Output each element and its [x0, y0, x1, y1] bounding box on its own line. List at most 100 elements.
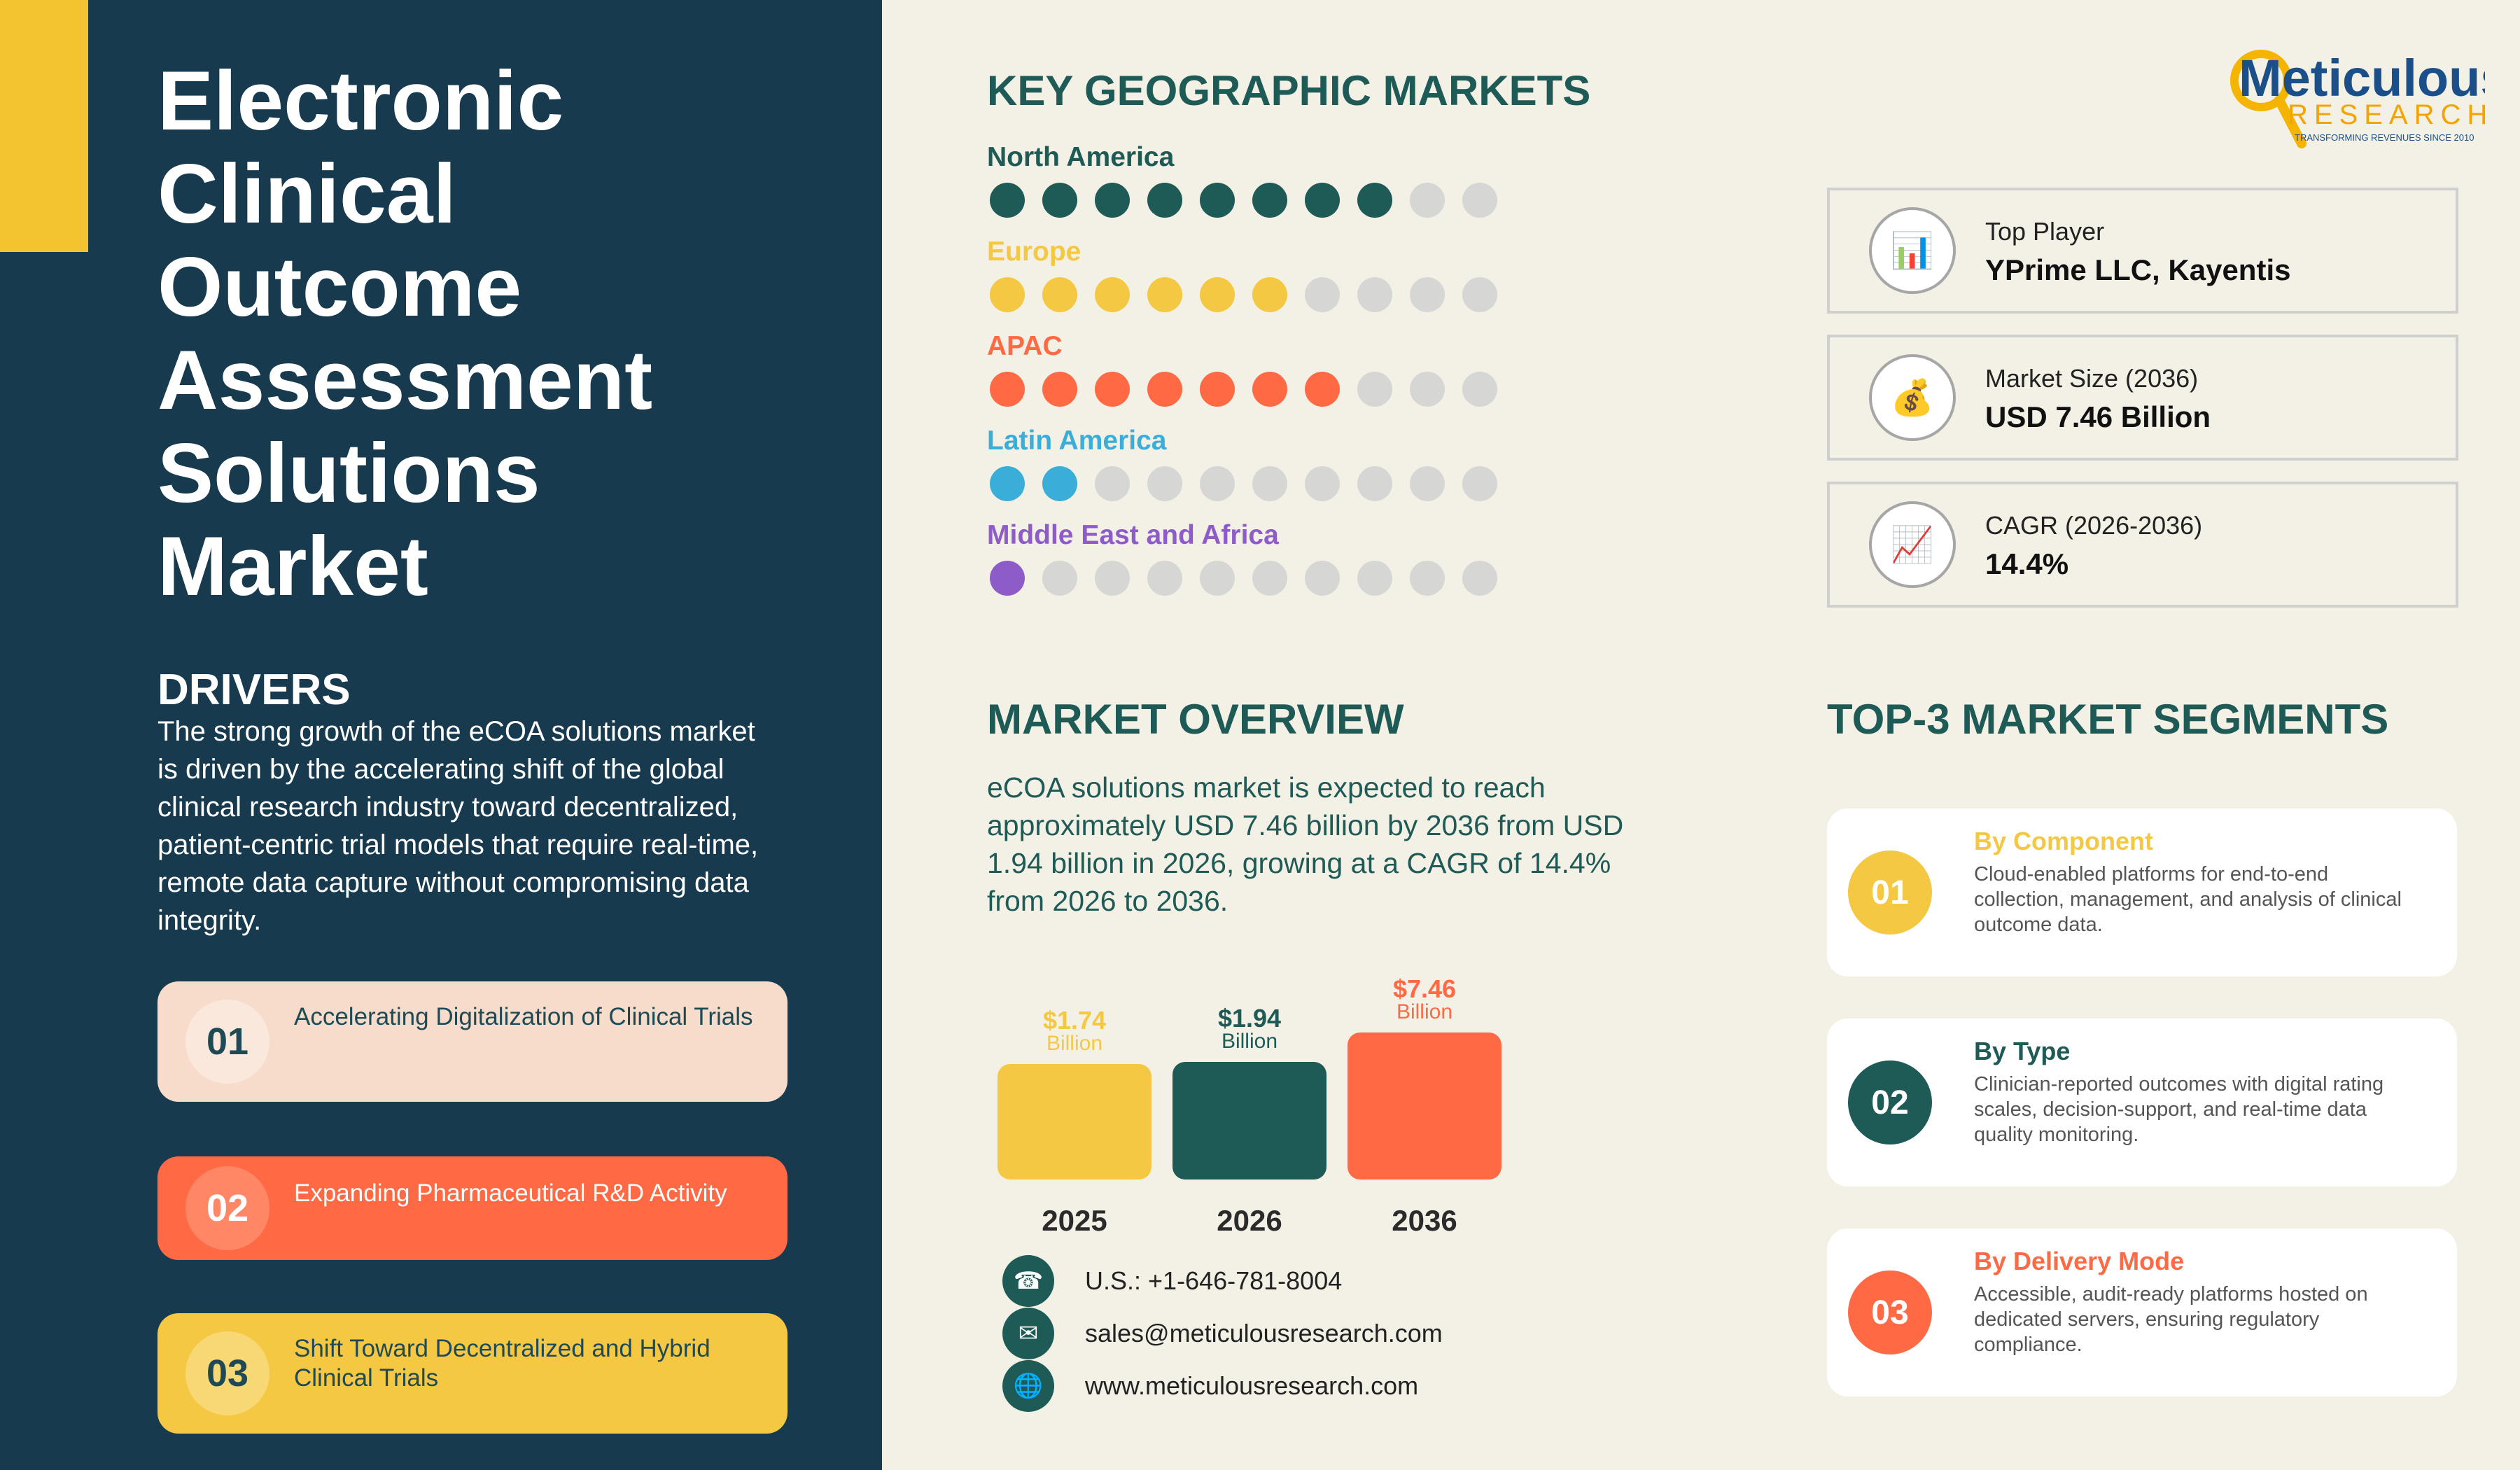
- rating-dot-empty: [1410, 466, 1445, 501]
- rating-dot-filled: [1252, 183, 1287, 218]
- title-line: Outcome: [158, 240, 522, 334]
- rating-dot-filled: [990, 183, 1025, 218]
- email-icon: ✉: [1002, 1308, 1054, 1359]
- rating-dot-empty: [1357, 561, 1392, 596]
- segment-title: By Component: [1974, 827, 2153, 855]
- region-dot-rating: [990, 277, 1497, 312]
- rating-dot-empty: [1147, 561, 1182, 596]
- segment-card-2: 02 By Type Clinician-reported outcomes w…: [1827, 1018, 2457, 1186]
- segment-card-3: 03 By Delivery Mode Accessible, audit-re…: [1827, 1228, 2457, 1396]
- rating-dot-filled: [990, 277, 1025, 312]
- driver-item-1: 01 Accelerating Digitalization of Clinic…: [158, 981, 788, 1102]
- rating-dot-empty: [1252, 561, 1287, 596]
- segment-desc: Accessible, audit-ready platforms hosted…: [1974, 1283, 2368, 1356]
- contact-text[interactable]: www.meticulousresearch.com: [1085, 1371, 1418, 1401]
- region-label: Middle East and Africa: [987, 520, 1279, 550]
- rating-dot-filled: [990, 466, 1025, 501]
- rating-dot-empty: [1147, 466, 1182, 501]
- segment-title: By Type: [1974, 1037, 2071, 1065]
- rating-dot-filled: [990, 561, 1025, 596]
- rating-dot-empty: [1200, 561, 1235, 596]
- rating-dot-filled: [1305, 372, 1340, 407]
- drivers-heading: DRIVERS: [158, 666, 351, 714]
- driver-label: Shift Toward Decentralized and Hybrid Cl…: [294, 1335, 710, 1392]
- region-label: Latin America: [987, 426, 1167, 456]
- left-panel: Electronic Clinical Outcome Assessment S…: [0, 0, 882, 1470]
- driver-label: Expanding Pharmaceutical R&D Activity: [294, 1180, 727, 1207]
- segment-card-1: 01 By Component Cloud-enabled platforms …: [1827, 808, 2457, 976]
- region-dot-rating: [990, 561, 1497, 596]
- driver-number: 02: [186, 1166, 270, 1250]
- overview-text: eCOA solutions market is expected to rea…: [987, 771, 1624, 917]
- rating-dot-empty: [1305, 561, 1340, 596]
- segments-heading: TOP-3 MARKET SEGMENTS: [1827, 696, 2389, 743]
- segment-number: 01: [1848, 850, 1932, 934]
- segment-number: 02: [1848, 1060, 1932, 1144]
- rating-dot-empty: [1410, 561, 1445, 596]
- chart-bar: [997, 1064, 1152, 1180]
- geo-heading: KEY GEOGRAPHIC MARKETS: [987, 67, 1591, 114]
- rating-dot-filled: [1042, 183, 1077, 218]
- title-line: Assessment: [158, 333, 653, 427]
- logo-name: Meticulous: [2239, 49, 2485, 107]
- rating-dot-filled: [1147, 183, 1182, 218]
- title-line: Clinical: [158, 147, 456, 241]
- rating-dot-filled: [1357, 183, 1392, 218]
- region-dot-rating: [990, 372, 1497, 407]
- logo-tagline: TRANSFORMING REVENUES SINCE 2010: [2295, 132, 2474, 143]
- title-line: Electronic: [158, 54, 564, 148]
- stat-cagr: 📈 CAGR (2026-2036) 14.4%: [1827, 482, 2458, 608]
- money-bag-icon: 💰: [1869, 354, 1956, 441]
- region-dot-rating: [990, 183, 1497, 218]
- rating-dot-empty: [1042, 561, 1077, 596]
- rating-dot-empty: [1200, 466, 1235, 501]
- accent-block: [0, 0, 88, 252]
- title-line: Solutions: [158, 426, 540, 520]
- driver-label: Accelerating Digitalization of Clinical …: [294, 1003, 753, 1030]
- rating-dot-empty: [1095, 561, 1130, 596]
- rating-dot-filled: [1095, 372, 1130, 407]
- rating-dot-empty: [1252, 466, 1287, 501]
- bar-category-label: 2025: [1042, 1204, 1107, 1237]
- stat-market-size: 💰 Market Size (2036) USD 7.46 Billion: [1827, 335, 2458, 461]
- stat-top-player: 📊 Top Player YPrime LLC, Kayentis: [1827, 188, 2458, 314]
- bar-category-label: 2026: [1217, 1204, 1282, 1237]
- contact-item: ✉ sales@meticulousresearch.com: [1002, 1308, 1443, 1359]
- title-line: Market: [158, 519, 428, 613]
- chart-bar: [1348, 1032, 1502, 1180]
- rating-dot-filled: [1095, 183, 1130, 218]
- rating-dot-empty: [1410, 183, 1445, 218]
- meticulous-logo: Meticulous RESEARCH TRANSFORMING REVENUE…: [2230, 49, 2485, 148]
- rating-dot-empty: [1357, 466, 1392, 501]
- rating-dot-filled: [1252, 277, 1287, 312]
- rating-dot-empty: [1462, 277, 1497, 312]
- page-title: Electronic Clinical Outcome Assessment S…: [158, 55, 858, 613]
- bar-unit-label: Billion: [1046, 1032, 1103, 1055]
- rating-dot-empty: [1095, 466, 1130, 501]
- rating-dot-empty: [1305, 466, 1340, 501]
- drivers-text: The strong growth of the eCOA solutions …: [158, 716, 759, 936]
- contact-text[interactable]: U.S.: +1-646-781-8004: [1085, 1266, 1342, 1296]
- driver-item-3: 03 Shift Toward Decentralized and Hybrid…: [158, 1313, 788, 1434]
- trend-chart-icon: 📈: [1869, 501, 1956, 588]
- rating-dot-filled: [990, 372, 1025, 407]
- driver-item-2: 02 Expanding Pharmaceutical R&D Activity: [158, 1156, 788, 1260]
- stat-value: YPrime LLC, Kayentis: [1985, 253, 2291, 286]
- logo-sub: RESEARCH: [2288, 99, 2485, 130]
- segment-title: By Delivery Mode: [1974, 1247, 2185, 1275]
- stat-label: Top Player: [1985, 217, 2105, 246]
- contact-item: ☎ U.S.: +1-646-781-8004: [1002, 1255, 1342, 1307]
- contact-text[interactable]: sales@meticulousresearch.com: [1085, 1319, 1443, 1348]
- rating-dot-filled: [1042, 372, 1077, 407]
- region-label: Europe: [987, 237, 1082, 267]
- rating-dot-empty: [1462, 561, 1497, 596]
- region-dot-rating: [990, 466, 1497, 501]
- rating-dot-empty: [1357, 372, 1392, 407]
- rating-dot-filled: [1305, 183, 1340, 218]
- bar-unit-label: Billion: [1396, 1000, 1453, 1023]
- rating-dot-empty: [1462, 372, 1497, 407]
- rating-dot-empty: [1462, 466, 1497, 501]
- region-label: North America: [987, 142, 1175, 172]
- market-size-chart: $1.74 Billion 2025 $1.94 Billion 2026 $7.46 Bil…: [980, 966, 1540, 1260]
- stat-value: 14.4%: [1985, 547, 2069, 580]
